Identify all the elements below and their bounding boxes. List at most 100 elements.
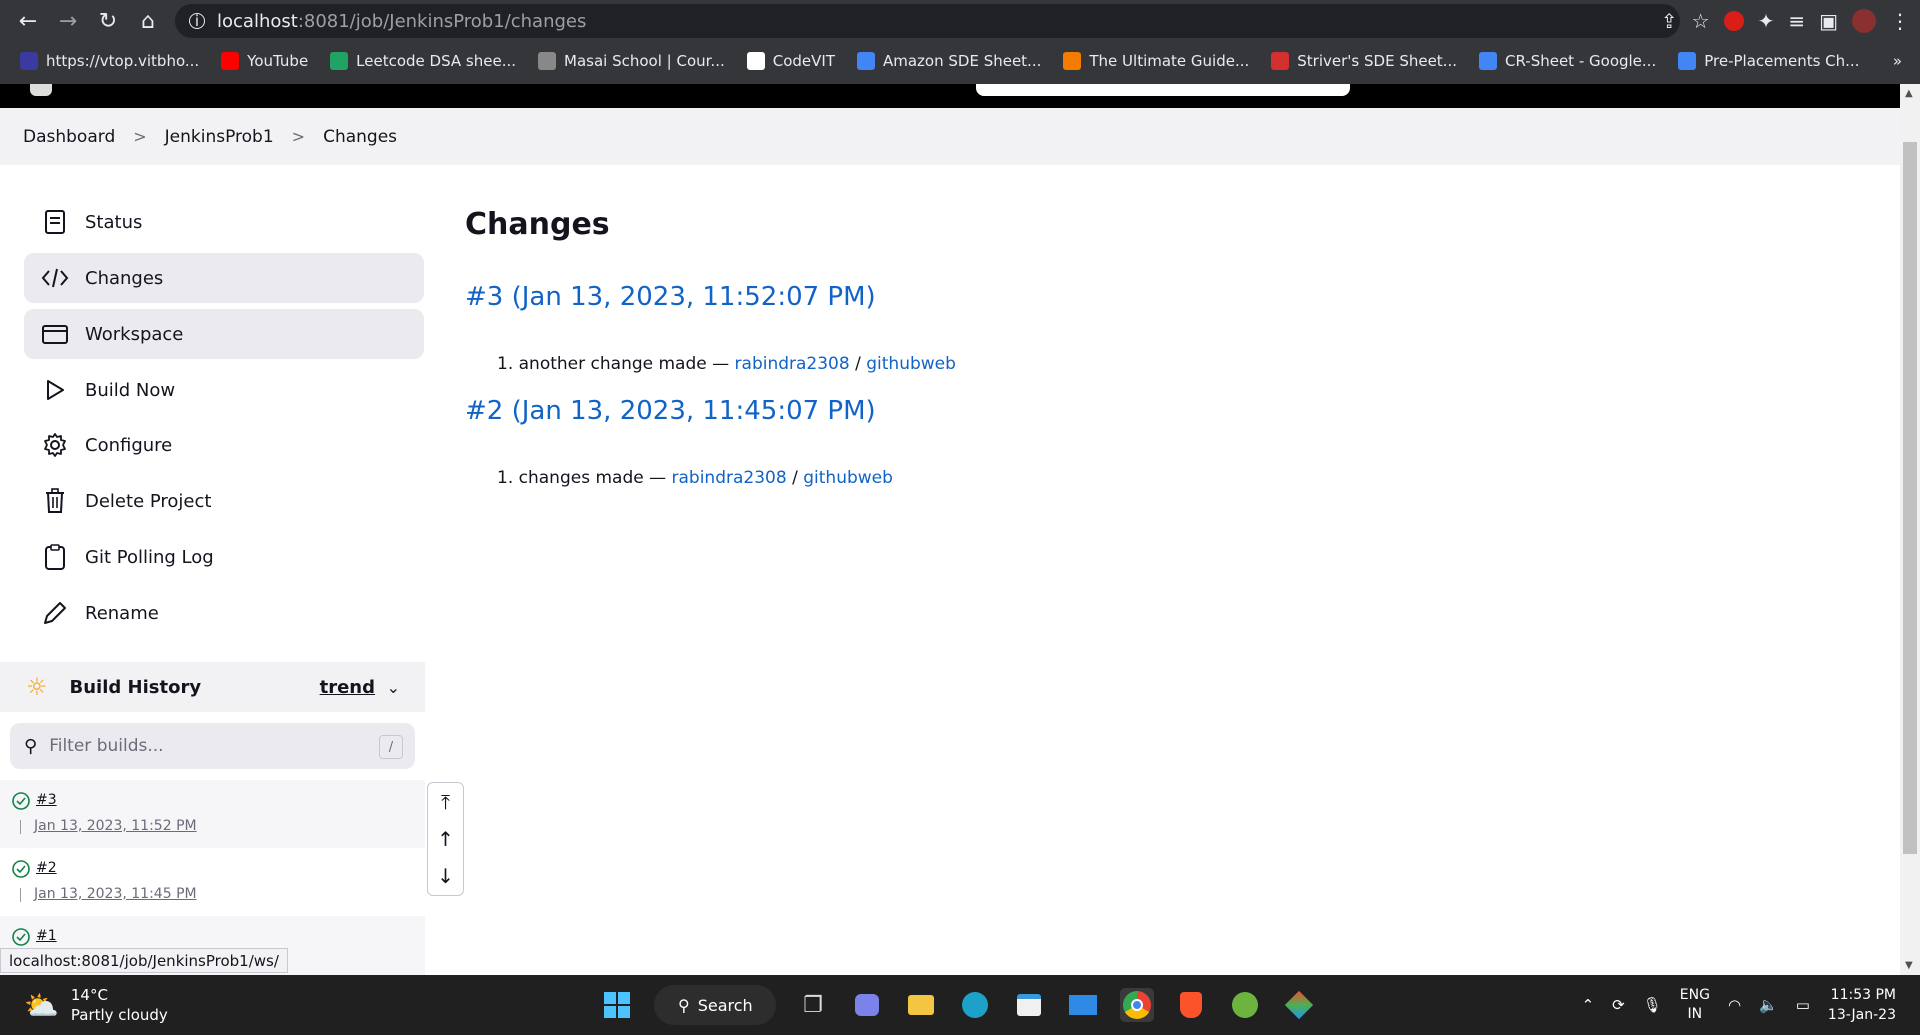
scroll-down-icon[interactable]: ↓	[437, 864, 454, 888]
taskbar-search[interactable]: ⚲ Search	[654, 985, 776, 1025]
scrollbar-thumb[interactable]	[1903, 142, 1917, 854]
microphone-icon[interactable]: 🎙	[1643, 996, 1662, 1014]
bookmark-item[interactable]: The Ultimate Guide...	[1063, 52, 1249, 70]
scroll-top-icon[interactable]: ⤒	[441, 790, 450, 814]
repo-browser-link[interactable]: githubweb	[866, 354, 956, 374]
commit-message: changes made —	[518, 468, 667, 488]
url-host: localhost	[217, 10, 298, 32]
sidebar-item-label: Rename	[85, 602, 159, 624]
build-row[interactable]: #2 Jan 13, 2023, 11:45 PM	[0, 848, 425, 916]
menu-icon[interactable]: ⋮	[1890, 9, 1910, 33]
taskbar: ⛅ 14°C Partly cloudy ⚲ Search ❐ ⌃ ⟳ 🎙 EN…	[0, 975, 1920, 1035]
gear-icon	[41, 431, 69, 459]
scroll-down-arrow-icon[interactable]: ▼	[1905, 960, 1913, 971]
sidebar-item-label: Configure	[85, 434, 173, 456]
author-link[interactable]: rabindra2308	[735, 354, 850, 374]
success-icon	[12, 928, 30, 950]
taskbar-apps: ⚲ Search ❐	[600, 985, 1316, 1025]
chrome-icon[interactable]	[1120, 988, 1154, 1022]
breadcrumb-job[interactable]: JenkinsProb1	[165, 127, 274, 147]
git-icon[interactable]	[1282, 988, 1316, 1022]
bookmark-label: Leetcode DSA shee...	[356, 52, 517, 70]
bookmark-favicon-icon	[1479, 52, 1497, 70]
author-link[interactable]: rabindra2308	[672, 468, 787, 488]
bookmark-label: CR-Sheet - Google...	[1505, 52, 1657, 70]
task-view-icon[interactable]: ❐	[796, 988, 830, 1022]
bookmark-item[interactable]: Striver's SDE Sheet...	[1271, 52, 1457, 70]
sidebar-item-changes[interactable]: Changes	[24, 253, 424, 303]
chevron-down-icon[interactable]: ⌄	[387, 678, 400, 697]
build-date-link[interactable]: Jan 13, 2023, 11:45 PM	[34, 886, 197, 902]
file-explorer-icon[interactable]	[904, 988, 938, 1022]
changeset-heading-link[interactable]: #2 (Jan 13, 2023, 11:45:07 PM)	[465, 396, 876, 426]
page-scrollbar[interactable]: ▲ ▼	[1900, 84, 1920, 975]
breadcrumb: Dashboard > JenkinsProb1 > Changes	[0, 108, 1900, 165]
language-indicator[interactable]: ENG IN	[1680, 986, 1710, 1024]
build-history-header: ☼ Build History trend ⌄	[0, 662, 425, 712]
bookmark-item[interactable]: Amazon SDE Sheet...	[856, 52, 1041, 70]
scroll-up-arrow-icon[interactable]: ▲	[1905, 88, 1913, 99]
sidebar-item-delete-project[interactable]: Delete Project	[24, 476, 424, 526]
media-icon[interactable]: ≡	[1788, 9, 1805, 33]
jenkins-logo[interactable]	[30, 84, 52, 96]
chevron-up-icon[interactable]: ⌃	[1582, 996, 1595, 1014]
build-number-link[interactable]: #2	[36, 860, 57, 876]
info-icon[interactable]: i	[189, 12, 205, 30]
address-bar[interactable]: i localhost:8081/job/JenkinsProb1/change…	[175, 4, 1680, 38]
store-icon[interactable]	[1012, 988, 1046, 1022]
success-icon	[12, 792, 30, 814]
bookmark-item[interactable]: Masai School | Cour...	[538, 52, 725, 70]
filter-builds-input[interactable]: ⚲ Filter builds... /	[10, 723, 415, 769]
sidebar-item-build-now[interactable]: Build Now	[24, 365, 424, 415]
profile-avatar[interactable]	[1852, 9, 1876, 33]
build-number-link[interactable]: #1	[36, 928, 57, 944]
build-number-link[interactable]: #3	[36, 792, 57, 808]
clock[interactable]: 11:53 PM 13-Jan-23	[1828, 985, 1896, 1025]
reload-button[interactable]: ↻	[88, 1, 128, 41]
edge-icon[interactable]	[958, 988, 992, 1022]
spring-tools-icon[interactable]	[1228, 988, 1262, 1022]
trend-link[interactable]: trend	[320, 677, 375, 698]
battery-icon[interactable]: ▭	[1796, 996, 1810, 1014]
play-icon	[41, 376, 69, 404]
weather-widget[interactable]: ⛅ 14°C Partly cloudy	[24, 985, 168, 1025]
brave-icon[interactable]	[1174, 988, 1208, 1022]
bookmark-item[interactable]: CR-Sheet - Google...	[1479, 52, 1656, 70]
repo-browser-link[interactable]: githubweb	[803, 468, 893, 488]
sidebar-item-rename[interactable]: Rename	[24, 588, 424, 638]
breadcrumb-changes[interactable]: Changes	[323, 127, 397, 147]
extensions-icon[interactable]: ✦	[1758, 9, 1775, 33]
bookmark-item[interactable]: Leetcode DSA shee...	[330, 52, 516, 70]
sidebar-item-git-polling-log[interactable]: Git Polling Log	[24, 532, 424, 582]
sidebar-item-workspace[interactable]: Workspace	[24, 309, 424, 359]
sidepanel-icon[interactable]: ▣	[1819, 9, 1838, 33]
more-bookmarks-button[interactable]: »	[1893, 52, 1902, 70]
volume-icon[interactable]: 🔈	[1759, 996, 1778, 1014]
star-icon[interactable]: ☆	[1692, 9, 1710, 33]
back-button[interactable]: ←	[8, 1, 48, 41]
share-icon[interactable]: ⇪	[1661, 9, 1678, 33]
sidebar-item-configure[interactable]: Configure	[24, 420, 424, 470]
filter-placeholder: Filter builds...	[49, 736, 164, 756]
bookmark-item[interactable]: https://vtop.vitbho...	[20, 52, 199, 70]
home-button[interactable]: ⌂	[128, 1, 168, 41]
wifi-icon[interactable]: ◠	[1728, 996, 1741, 1014]
sidebar-item-status[interactable]: Status	[24, 197, 424, 247]
windows-start-icon[interactable]	[600, 988, 634, 1022]
changeset-heading-link[interactable]: #3 (Jan 13, 2023, 11:52:07 PM)	[465, 282, 876, 312]
breadcrumb-dashboard[interactable]: Dashboard	[23, 127, 115, 147]
build-date-link[interactable]: Jan 13, 2023, 11:52 PM	[34, 818, 197, 834]
build-row[interactable]: #3 Jan 13, 2023, 11:52 PM	[0, 780, 425, 848]
header-search[interactable]	[976, 84, 1350, 96]
sidebar-item-label: Git Polling Log	[85, 546, 214, 568]
chat-icon[interactable]	[850, 988, 884, 1022]
bookmark-item[interactable]: Pre-Placements Ch...	[1678, 52, 1859, 70]
mail-icon[interactable]	[1066, 988, 1100, 1022]
clock-time: 11:53 PM	[1830, 987, 1896, 1003]
bookmark-item[interactable]: CodeVIT	[746, 52, 835, 70]
scroll-up-icon[interactable]: ↑	[437, 827, 454, 851]
extension-adblock-icon[interactable]	[1723, 11, 1744, 31]
bookmark-item[interactable]: YouTube	[221, 52, 308, 70]
sync-icon[interactable]: ⟳	[1612, 996, 1625, 1014]
forward-button[interactable]: →	[48, 1, 88, 41]
